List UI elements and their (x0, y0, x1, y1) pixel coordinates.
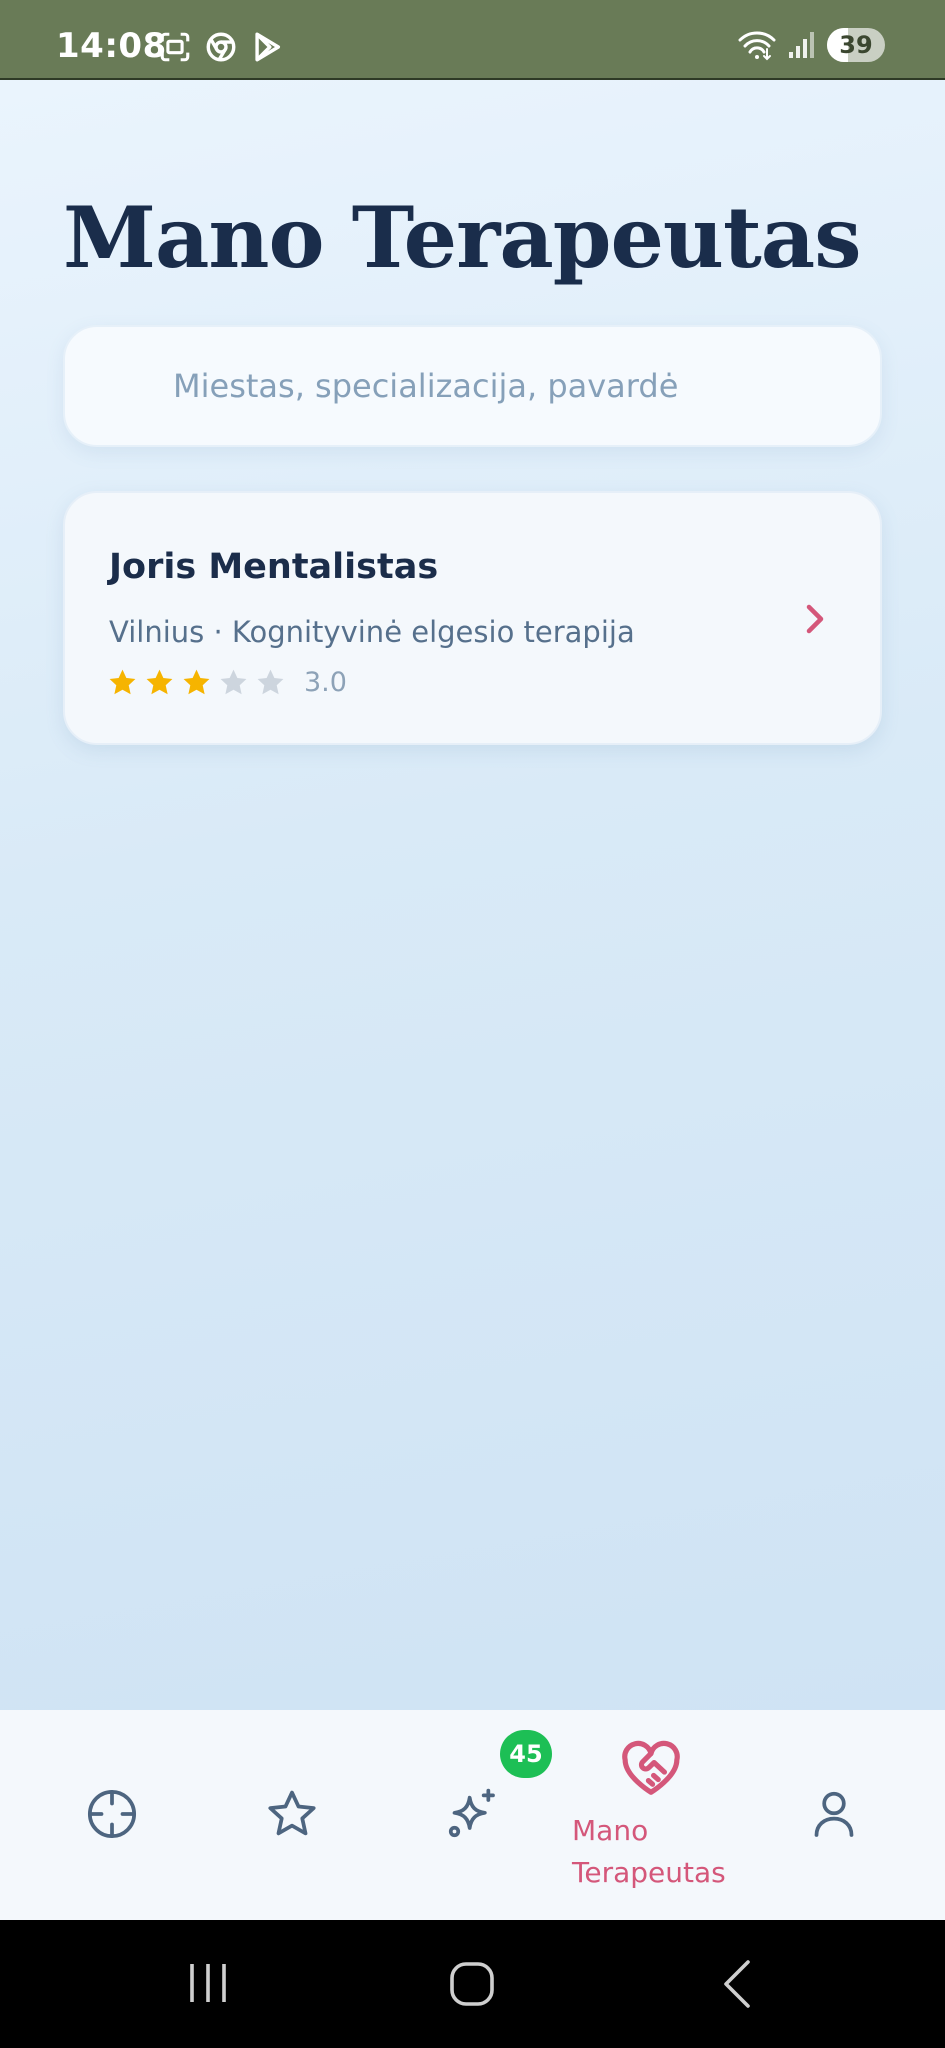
nav-label-line2: Terapeutas (572, 1856, 726, 1889)
back-icon[interactable] (720, 1958, 754, 2010)
rating-value: 3.0 (304, 667, 347, 698)
nav-item-ai[interactable] (444, 1786, 500, 1842)
nav-item-profile[interactable] (806, 1786, 862, 1842)
star-filled-icon (181, 667, 212, 698)
status-time: 14:08 (56, 26, 167, 66)
user-icon (814, 1791, 854, 1837)
therapist-subtitle: Vilnius · Kognityvinė elgesio terapija (109, 615, 635, 649)
status-bar: 14:08 39 (0, 0, 945, 80)
nav-label-my-therapist[interactable]: Mano Terapeutas (572, 1810, 762, 1894)
star-filled-icon (144, 667, 175, 698)
wifi-icon (738, 31, 776, 61)
therapist-card[interactable]: Joris Mentalistas Vilnius · Kognityvinė … (63, 491, 882, 745)
notification-badge: 45 (500, 1730, 552, 1778)
star-empty-icon (218, 667, 249, 698)
nav-label-line1: Mano (572, 1814, 649, 1847)
chrome-icon (206, 32, 236, 62)
nav-item-favorites[interactable] (264, 1786, 320, 1842)
signal-icon (789, 32, 814, 58)
page-title: Mano Terapeutas (63, 188, 862, 287)
chevron-right-icon[interactable] (800, 601, 830, 637)
star-empty-icon (255, 667, 286, 698)
search-box[interactable] (63, 325, 882, 447)
therapist-name: Joris Mentalistas (109, 547, 439, 587)
heart-handshake-icon (622, 1740, 680, 1795)
battery-icon: 39 (827, 28, 885, 62)
app-content: Mano Terapeutas Joris Mentalistas Vilniu… (0, 80, 945, 1710)
status-left-icons (158, 30, 284, 64)
rating-stars: 3.0 (107, 667, 347, 698)
star-filled-icon (107, 667, 138, 698)
play-store-icon (255, 32, 281, 62)
star-icon (268, 1790, 316, 1836)
search-input[interactable] (65, 366, 880, 406)
sparkles-icon (448, 1788, 495, 1838)
crosshair-icon (87, 1789, 137, 1839)
screenshot-icon (160, 32, 190, 62)
recent-apps-icon[interactable] (186, 1960, 230, 2006)
nav-item-discover[interactable] (84, 1786, 140, 1842)
system-nav-bar (0, 1920, 945, 2048)
home-icon[interactable] (448, 1960, 496, 2008)
status-right-icons: 39 (737, 28, 885, 62)
battery-level: 39 (839, 31, 873, 59)
nav-item-my-therapist[interactable] (620, 1740, 682, 1798)
bottom-nav: 45 Mano Terapeutas (0, 1710, 945, 1920)
